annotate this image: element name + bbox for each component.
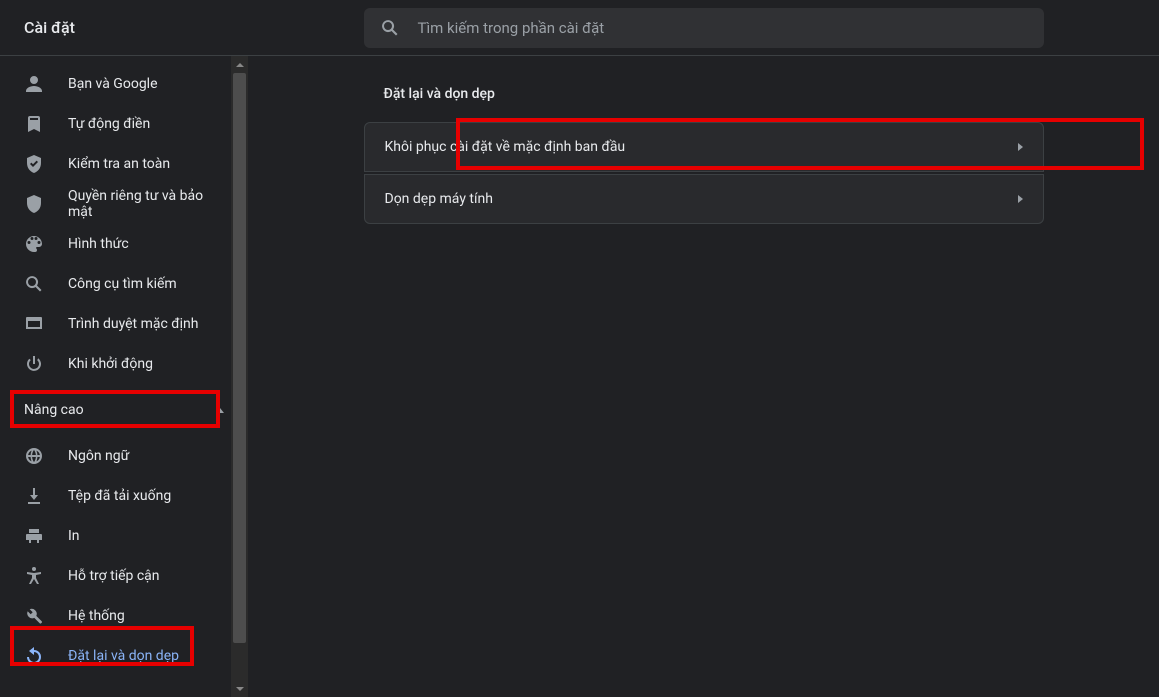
palette-icon — [24, 234, 44, 254]
sidebar-item-browser[interactable]: Trình duyệt mặc định — [0, 304, 231, 344]
chevron-up-icon — [216, 408, 224, 413]
sidebar-item-globe[interactable]: Ngôn ngữ — [0, 436, 231, 476]
sidebar-item-label: Bạn và Google — [68, 76, 158, 92]
sidebar-item-label: Công cụ tìm kiếm — [68, 276, 177, 292]
sidebar-item-a11y[interactable]: Hỗ trợ tiếp cận — [0, 556, 231, 596]
sidebar-item-print[interactable]: In — [0, 516, 231, 556]
scroll-down-icon[interactable] — [231, 680, 248, 697]
row-label: Dọn dẹp máy tính — [385, 191, 493, 207]
person-icon — [24, 74, 44, 94]
row-restore-defaults[interactable]: Khôi phục cài đặt về mặc định ban đầu — [364, 122, 1044, 172]
safety-icon — [24, 154, 44, 174]
settings-sidebar: Bạn và Google Tự động điền Kiểm tra an toà… — [0, 56, 248, 697]
sidebar-item-person[interactable]: Bạn và Google — [0, 64, 231, 104]
sidebar-item-search[interactable]: Công cụ tìm kiếm — [0, 264, 231, 304]
sidebar-item-reset[interactable]: Đặt lại và dọn dẹp — [0, 636, 231, 676]
sidebar-item-label: Ngôn ngữ — [68, 448, 129, 464]
search-input[interactable]: Tìm kiếm trong phần cài đặt — [364, 8, 1044, 48]
power-icon — [24, 354, 44, 374]
autofill-icon — [24, 114, 44, 134]
page-title: Cài đặt — [0, 18, 248, 37]
chevron-right-icon — [1018, 143, 1023, 151]
sidebar-section-advanced[interactable]: Nâng cao — [0, 390, 248, 430]
settings-main: Đặt lại và dọn dẹp Khôi phục cài đặt về … — [248, 56, 1159, 697]
wrench-icon — [24, 606, 44, 626]
settings-header: Cài đặt Tìm kiếm trong phần cài đặt — [0, 0, 1159, 56]
privacy-icon — [24, 194, 44, 214]
sidebar-item-privacy[interactable]: Quyền riêng tư và bảo mật — [0, 184, 231, 224]
sidebar-item-power[interactable]: Khi khởi động — [0, 344, 231, 384]
search-wrap: Tìm kiếm trong phần cài đặt — [248, 8, 1159, 48]
scroll-thumb[interactable] — [233, 73, 246, 643]
row-label: Khôi phục cài đặt về mặc định ban đầu — [385, 139, 626, 155]
sidebar-item-autofill[interactable]: Tự động điền — [0, 104, 231, 144]
sidebar-item-download[interactable]: Tệp đã tải xuống — [0, 476, 231, 516]
section-title: Đặt lại và dọn dẹp — [364, 86, 1044, 102]
search-icon — [380, 18, 400, 38]
sidebar-item-palette[interactable]: Hình thức — [0, 224, 231, 264]
sidebar-item-label: Quyền riêng tư và bảo mật — [68, 188, 231, 220]
browser-icon — [24, 314, 44, 334]
sidebar-section-label: Nâng cao — [24, 402, 84, 418]
chevron-right-icon — [1018, 195, 1023, 203]
download-icon — [24, 486, 44, 506]
a11y-icon — [24, 566, 44, 586]
sidebar-item-label: Khi khởi động — [68, 356, 153, 372]
sidebar-item-label: Hỗ trợ tiếp cận — [68, 568, 160, 584]
sidebar-scrollbar[interactable] — [231, 56, 248, 697]
sidebar-item-label: Trình duyệt mặc định — [68, 316, 199, 332]
row-cleanup-computer[interactable]: Dọn dẹp máy tính — [364, 174, 1044, 224]
search-placeholder: Tìm kiếm trong phần cài đặt — [418, 19, 605, 37]
sidebar-item-safety[interactable]: Kiểm tra an toàn — [0, 144, 231, 184]
globe-icon — [24, 446, 44, 466]
sidebar-item-label: Hình thức — [68, 236, 129, 252]
sidebar-item-label: Tệp đã tải xuống — [68, 488, 171, 504]
sidebar-item-wrench[interactable]: Hệ thống — [0, 596, 231, 636]
reset-icon — [24, 646, 44, 666]
print-icon — [24, 526, 44, 546]
sidebar-item-label: Hệ thống — [68, 608, 125, 624]
sidebar-item-label: Kiểm tra an toàn — [68, 156, 170, 172]
sidebar-item-label: Đặt lại và dọn dẹp — [68, 648, 179, 664]
scroll-up-icon[interactable] — [231, 56, 248, 73]
sidebar-item-label: In — [68, 528, 80, 544]
sidebar-item-label: Tự động điền — [68, 116, 150, 132]
search-icon — [24, 274, 44, 294]
